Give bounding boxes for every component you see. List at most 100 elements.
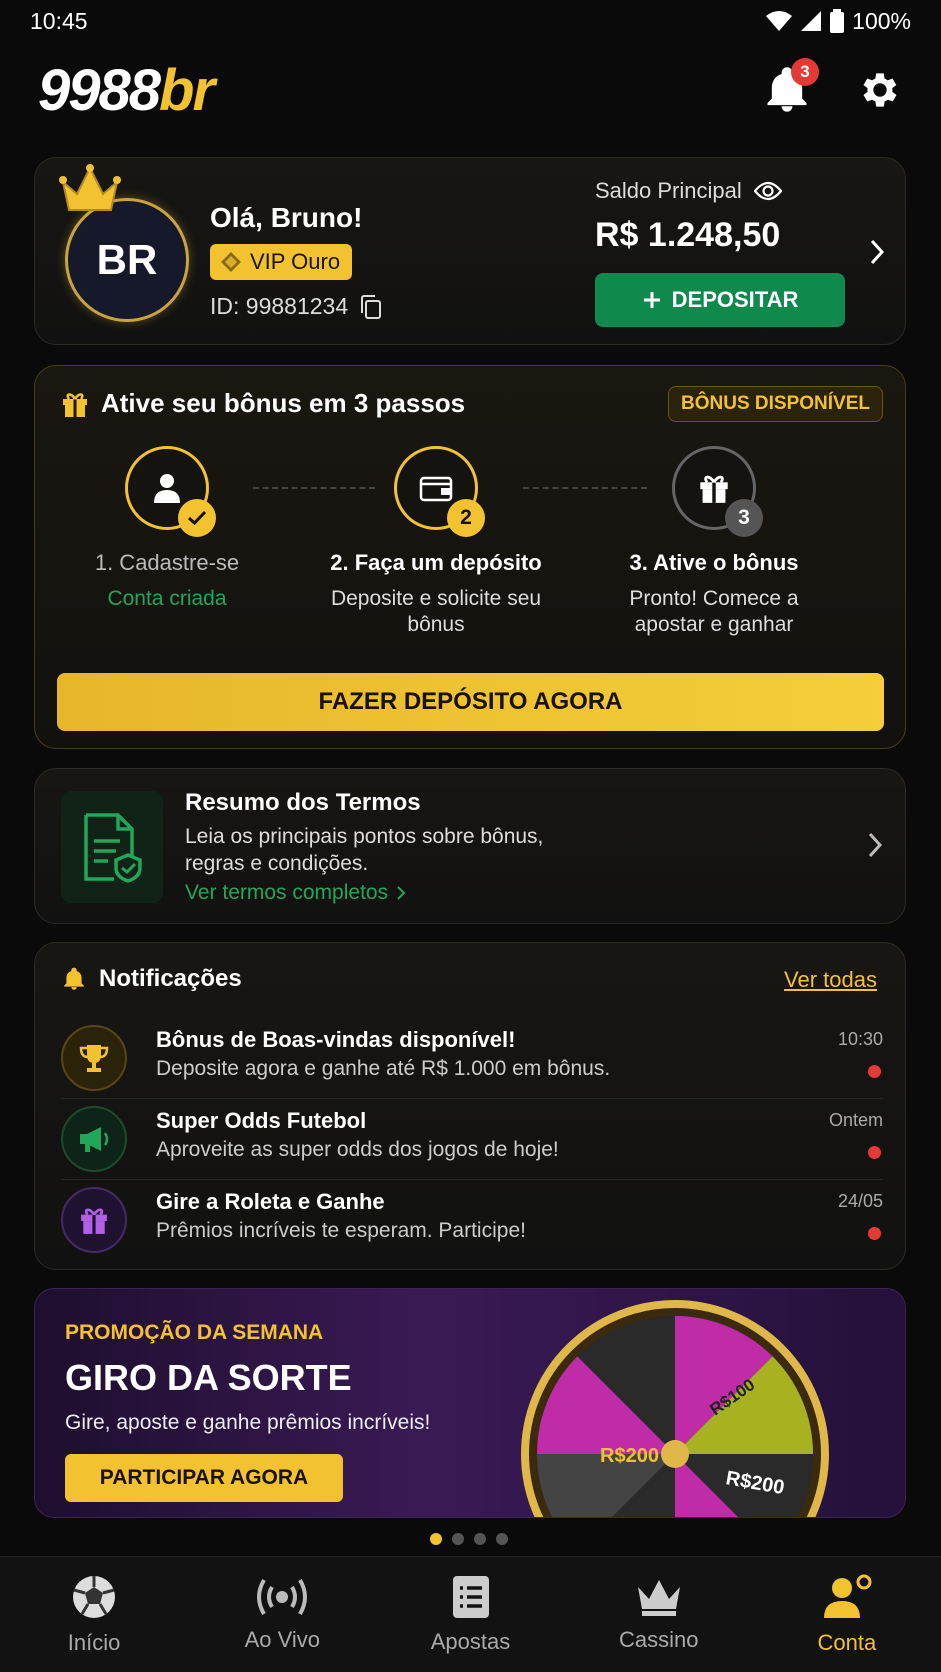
bonus-title: Ative seu bônus em 3 passos [101, 388, 466, 418]
view-all-link[interactable]: Ver todas [784, 967, 877, 993]
gear-icon[interactable] [857, 67, 903, 113]
nav-label: Apostas [430, 1628, 511, 1654]
logo-accent: br [159, 57, 215, 123]
app-header: 9988br 3 [0, 50, 941, 130]
terms-desc-line-2: regras e condições. [185, 852, 369, 875]
unread-dot [868, 1065, 881, 1078]
notification-time: 10:30 [837, 1029, 883, 1049]
vip-badge: VIP Ouro [210, 244, 353, 280]
notification-item[interactable]: Gire a Roleta e Ganhe Prêmios incríveis … [61, 1181, 883, 1261]
avatar-wrap: BR [59, 164, 189, 322]
vip-label: VIP Ouro [250, 249, 341, 274]
gift-icon-circle [61, 1187, 127, 1253]
carousel-dot[interactable] [452, 1533, 464, 1545]
nav-item-conta[interactable]: Conta [753, 1557, 941, 1672]
view-terms-label: Ver termos completos [185, 881, 389, 904]
prize-wheel-illustration: R$200 R$200 R$100 [521, 1300, 829, 1517]
app-logo[interactable]: 9988br [38, 57, 215, 124]
bet-slip-icon [452, 1575, 489, 1618]
live-broadcast-icon [257, 1578, 308, 1615]
deposit-label: DEPOSITAR [671, 287, 799, 312]
user-icon [154, 474, 180, 503]
step-1-check [178, 499, 216, 537]
step-3-sub: Pronto! Comece a apostar e ganhar [629, 587, 799, 636]
carousel-indicator [430, 1533, 508, 1545]
nav-item-inicio[interactable]: Início [0, 1557, 188, 1672]
carousel-dot[interactable] [474, 1533, 486, 1545]
notification-desc: Prêmios incríveis te esperam. Participe! [156, 1219, 526, 1242]
notification-desc: Aproveite as super odds dos jogos de hoj… [156, 1138, 559, 1161]
notification-desc: Deposite agora e ganhe até R$ 1.000 em b… [156, 1057, 611, 1080]
nav-label: Início [67, 1629, 121, 1655]
carousel-dot[interactable] [430, 1533, 442, 1545]
status-bar: 10:45 100% [0, 0, 941, 42]
unread-dot [868, 1227, 881, 1240]
bonus-available-badge: BÔNUS DISPONÍVEL [668, 386, 883, 422]
deposit-button[interactable]: DEPOSITAR [595, 273, 845, 327]
step-2: 2 2. Faça um depósito Deposite e solicit… [316, 446, 556, 638]
bonus-title-row: Ative seu bônus em 3 passos [61, 388, 465, 419]
notification-item[interactable]: Bônus de Boas-vindas disponível! Deposit… [61, 1019, 883, 1099]
terms-description: Leia os principais pontos sobre bônus, r… [185, 823, 543, 877]
terms-card[interactable]: Resumo dos Termos Leia os principais pon… [34, 768, 906, 924]
balance-value: R$ 1.248,50 [595, 216, 781, 254]
promo-subtitle: Gire, aposte e ganhe prêmios incríveis! [65, 1411, 431, 1434]
notification-time: 24/05 [837, 1191, 883, 1211]
promo-banner[interactable]: PROMOÇÃO DA SEMANA GIRO DA SORTE Gire, a… [34, 1288, 906, 1518]
trophy-icon-circle [61, 1025, 127, 1091]
notification-title: Gire a Roleta e Ganhe [156, 1189, 385, 1214]
notifications-card: Notificações Ver todas Bônus de Boas-vin… [34, 942, 906, 1270]
deposit-now-button[interactable]: FAZER DEPÓSITO AGORA [57, 673, 884, 731]
megaphone-icon [80, 1127, 109, 1152]
step-1: 1. Cadastre-se Conta criada [47, 446, 287, 612]
notification-time: Ontem [828, 1110, 883, 1130]
notification-count-badge: 3 [791, 58, 819, 86]
step-3-number: 3 [725, 499, 763, 537]
crown-icon [637, 1579, 680, 1616]
nav-item-apostas[interactable]: Apostas [376, 1557, 564, 1672]
chevron-right-icon[interactable] [869, 238, 885, 266]
chevron-right-icon [397, 886, 406, 900]
user-id-text: ID: 99881234 [210, 293, 349, 319]
wallet-icon [419, 476, 453, 502]
notification-title: Bônus de Boas-vindas disponível! [156, 1027, 516, 1052]
battery-level: 100% [852, 7, 911, 34]
terms-icon-box [61, 791, 163, 903]
notifications-button[interactable]: 3 [761, 58, 819, 116]
nav-label: Conta [817, 1629, 877, 1655]
view-terms-link[interactable]: Ver termos completos [185, 881, 406, 905]
promo-title: GIRO DA SORTE [65, 1357, 352, 1398]
logo-main: 9988 [38, 57, 161, 123]
chevron-right-icon[interactable] [867, 831, 883, 859]
step-2-circle: 2 [394, 446, 485, 537]
bell-icon [64, 967, 84, 990]
wifi-icon [766, 11, 793, 31]
step-3: 3 3. Ative o bônus Pronto! Comece a apos… [594, 446, 834, 638]
copy-icon[interactable] [360, 294, 382, 319]
trophy-icon [79, 1045, 109, 1072]
profile-card[interactable]: BR Olá, Bruno! VIP Ouro ID: 99881234 Sal… [34, 157, 906, 345]
step-2-title: 2. Faça um depósito [330, 550, 542, 575]
gift-icon [63, 392, 87, 417]
promo-kicker: PROMOÇÃO DA SEMANA [65, 1321, 324, 1344]
terms-desc-line-1: Leia os principais pontos sobre bônus, [185, 825, 544, 848]
join-now-button[interactable]: PARTICIPAR AGORA [65, 1454, 343, 1502]
step-2-number: 2 [447, 499, 485, 537]
unread-dot [868, 1146, 881, 1159]
step-1-title: 1. Cadastre-se [94, 550, 240, 575]
document-shield-icon [84, 813, 142, 883]
crown-icon [59, 164, 121, 211]
eye-icon[interactable] [753, 181, 782, 201]
balance-label: Saldo Principal [595, 178, 742, 203]
notifications-title: Notificações [99, 965, 242, 992]
nav-item-cassino[interactable]: Cassino [565, 1557, 753, 1672]
step-2-sub: Deposite e solicite seu bônus [330, 587, 542, 636]
soccer-ball-icon [73, 1575, 116, 1618]
step-1-circle [125, 446, 216, 537]
nav-label: Ao Vivo [244, 1626, 321, 1652]
nav-item-ao-vivo[interactable]: Ao Vivo [188, 1557, 376, 1672]
notification-item[interactable]: Super Odds Futebol Aproveite as super od… [61, 1100, 883, 1180]
carousel-dot[interactable] [496, 1533, 508, 1545]
account-icon [823, 1574, 872, 1618]
check-icon [187, 510, 207, 526]
